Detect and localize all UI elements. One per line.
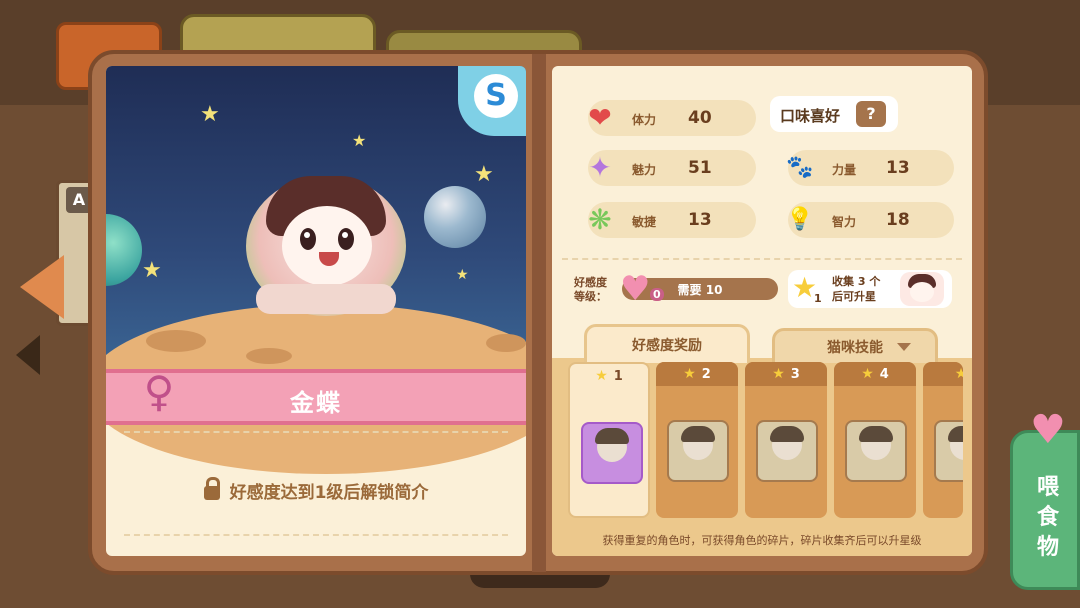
star-icon: ★ bbox=[954, 366, 963, 382]
reward-slot[interactable]: ★ 1 bbox=[568, 362, 650, 518]
tab-cat-skills[interactable]: 猫咪技能 bbox=[772, 328, 938, 363]
eye-icon bbox=[300, 228, 316, 250]
bulb-icon: 💡 bbox=[786, 207, 814, 232]
tab-label: 猫咪技能 bbox=[827, 340, 883, 356]
character-stats-page: ❤ 体力 40 口味喜好 ? ✦ 魅力 51 🐾 力量 13 ❋ 敏捷 13 💡… bbox=[552, 66, 972, 556]
reward-costume-icon bbox=[934, 420, 963, 482]
reward-slot-header: ★ 1 bbox=[570, 364, 648, 388]
unlock-hint-text: 好感度达到1级后解锁简介 bbox=[229, 483, 429, 503]
reward-slot-partial[interactable]: ★ bbox=[923, 362, 963, 518]
affinity-label: 好感度 等级： bbox=[574, 276, 607, 304]
stat-label: 敏捷 bbox=[632, 215, 657, 229]
tab-label: 好感度奖励 bbox=[632, 338, 702, 354]
taste-unknown-icon[interactable]: ? bbox=[856, 101, 886, 127]
stat-label: 智力 bbox=[832, 215, 857, 229]
reward-slot-header: ★ 4 bbox=[834, 362, 916, 386]
character-portrait-page: ★ ★ ★ ★ ★ S ♀ 金蝶 好感度达到1级后解锁简介 bbox=[106, 66, 526, 556]
rank-badge: S bbox=[458, 66, 526, 136]
previous-arrow-icon[interactable] bbox=[20, 255, 64, 319]
stat-charm: ✦ 魅力 51 bbox=[588, 150, 756, 186]
reward-slot-header: ★ bbox=[923, 362, 963, 386]
reward-slot[interactable]: ★ 4 bbox=[834, 362, 916, 518]
feed-button-text: 喂食物 bbox=[1036, 475, 1059, 560]
star-icon: ★ bbox=[200, 102, 220, 127]
character-legs bbox=[256, 284, 396, 314]
heart-icon: ❤ bbox=[588, 101, 612, 134]
star-icon: ★ bbox=[772, 366, 785, 382]
reward-slot-stars: 4 bbox=[879, 367, 889, 382]
back-arrow-icon[interactable] bbox=[16, 335, 40, 375]
affinity-level: 0 bbox=[650, 288, 664, 301]
taste-preference[interactable]: 口味喜好 ? bbox=[770, 96, 898, 132]
star-count: 1 bbox=[814, 292, 822, 305]
stat-strength: 🐾 力量 13 bbox=[786, 150, 954, 186]
taste-label: 口味喜好 bbox=[780, 107, 841, 125]
footer-note: 获得重复的角色时，可获得角色的碎片，碎片收集齐后可以升星级 bbox=[602, 534, 922, 547]
character-thumbnail bbox=[900, 272, 944, 306]
unlock-hint: 好感度达到1级后解锁简介 bbox=[106, 477, 526, 503]
stat-agility: ❋ 敏捷 13 bbox=[588, 202, 756, 238]
feed-button[interactable]: 喂食物 bbox=[1010, 430, 1080, 590]
reward-slot[interactable]: ★ 2 bbox=[656, 362, 738, 518]
character-name: 金蝶 bbox=[290, 389, 342, 417]
star-icon: ★ bbox=[683, 366, 696, 382]
star-icon: ★ bbox=[861, 366, 874, 382]
stat-intelligence: 💡 智力 18 bbox=[786, 202, 954, 238]
name-banner: ♀ 金蝶 bbox=[106, 369, 526, 425]
star-icon: ★ bbox=[142, 258, 162, 283]
reward-costume-icon bbox=[667, 420, 729, 482]
divider bbox=[124, 431, 508, 433]
character-face bbox=[282, 206, 372, 286]
stat-value: 18 bbox=[886, 210, 910, 230]
paw-icon: 🐾 bbox=[786, 155, 814, 180]
affinity-label-line2: 等级： bbox=[574, 290, 607, 303]
stat-value: 13 bbox=[886, 158, 910, 178]
affinity-label-line1: 好感度 bbox=[574, 276, 607, 289]
stat-label: 魅力 bbox=[632, 163, 657, 177]
bubble bbox=[424, 186, 486, 248]
reward-costume-icon bbox=[756, 420, 818, 482]
stat-value: 51 bbox=[688, 158, 712, 178]
chevron-down-icon bbox=[897, 343, 911, 351]
stat-stamina: ❤ 体力 40 bbox=[588, 100, 756, 136]
heart-up-icon: ♥ bbox=[1030, 407, 1066, 453]
reward-costume-icon bbox=[581, 422, 643, 484]
star-icon: ★ bbox=[474, 162, 494, 187]
sparkle-icon: ✦ bbox=[588, 151, 612, 184]
reward-slot-stars: 2 bbox=[701, 367, 711, 382]
collect-text-line1: 收集 3 个 bbox=[832, 275, 881, 288]
divider bbox=[562, 258, 962, 260]
star-icon: ★ bbox=[595, 368, 608, 384]
star-icon: ★ bbox=[456, 267, 469, 283]
tab-affinity-rewards[interactable]: 好感度奖励 bbox=[584, 324, 750, 363]
stat-value: 13 bbox=[688, 210, 712, 230]
reward-slot[interactable]: ★ 3 bbox=[745, 362, 827, 518]
stat-label: 体力 bbox=[632, 113, 657, 127]
rank-badge-letter: S bbox=[474, 74, 518, 118]
stat-label: 力量 bbox=[832, 163, 857, 177]
lock-icon bbox=[203, 477, 220, 500]
wing-icon: ❋ bbox=[588, 203, 612, 236]
book-spine bbox=[532, 54, 546, 572]
collect-text: 收集 3 个 后可升星 bbox=[832, 274, 880, 304]
star-icon: ★ bbox=[352, 131, 367, 150]
reward-slot-header: ★ 2 bbox=[656, 362, 738, 386]
star-up-info: ★ 1 收集 3 个 后可升星 bbox=[788, 270, 952, 308]
reward-slot-header: ★ 3 bbox=[745, 362, 827, 386]
reward-slot-stars: 1 bbox=[613, 369, 623, 384]
eye-icon bbox=[338, 228, 354, 250]
divider bbox=[124, 534, 508, 536]
feed-button-label: 喂食物 bbox=[1013, 473, 1080, 563]
reward-costume-icon bbox=[845, 420, 907, 482]
reward-slot-stars: 3 bbox=[790, 367, 800, 382]
collect-text-line2: 后可升星 bbox=[832, 290, 876, 303]
stat-value: 40 bbox=[688, 108, 712, 128]
